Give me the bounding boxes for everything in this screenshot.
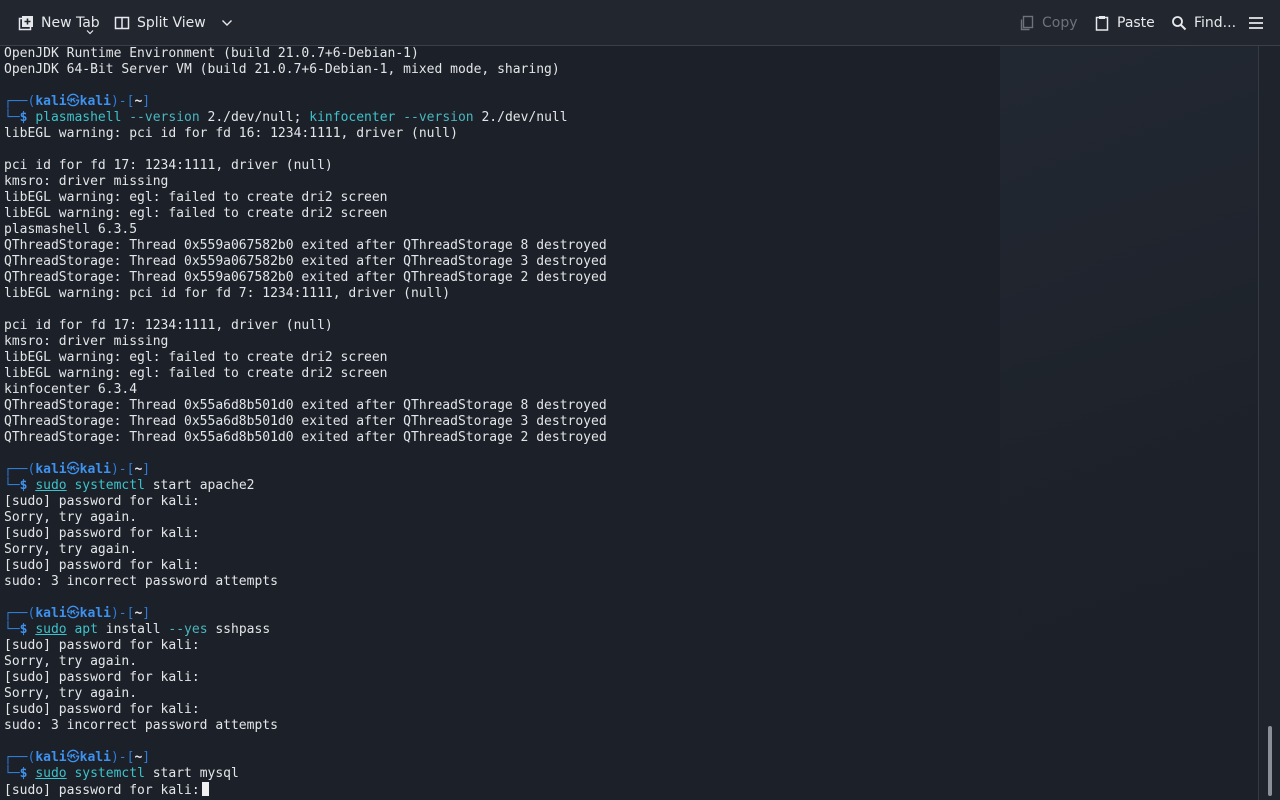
output-line: QThreadStorage: Thread 0x55a6d8b501d0 ex… [4, 430, 607, 445]
output-line: [sudo] password for kali: [4, 670, 200, 685]
output-line: plasmashell 6.3.5 [4, 222, 138, 237]
hamburger-menu-icon [1248, 15, 1264, 31]
command-line: └─$ plasmashell --version 2./dev/null; k… [4, 110, 568, 125]
output-line: libEGL warning: egl: failed to create dr… [4, 190, 388, 205]
output-line: sudo: 3 incorrect password attempts [4, 718, 278, 733]
scrollbar-thumb[interactable] [1268, 726, 1272, 796]
find-button[interactable]: Find... [1165, 7, 1242, 39]
background-wallpaper [1000, 46, 1258, 800]
new-tab-icon [18, 15, 34, 31]
copy-label: Copy [1042, 15, 1078, 31]
output-line: [sudo] password for kali: [4, 702, 200, 717]
output-line: Sorry, try again. [4, 510, 138, 525]
output-line: kmsro: driver missing [4, 174, 169, 189]
copy-button[interactable]: Copy [1013, 7, 1084, 39]
paste-button[interactable]: Paste [1088, 7, 1161, 39]
output-line: QThreadStorage: Thread 0x559a067582b0 ex… [4, 270, 607, 285]
output-line: OpenJDK 64-Bit Server VM (build 21.0.7+6… [4, 62, 560, 77]
text-cursor [201, 782, 209, 796]
paste-icon [1094, 15, 1110, 31]
output-line: QThreadStorage: Thread 0x55a6d8b501d0 ex… [4, 398, 607, 413]
output-line: [sudo] password for kali: [4, 638, 200, 653]
paste-label: Paste [1117, 15, 1155, 31]
prompt-header: ┌──(kali㉿kali)-[~] [4, 94, 151, 109]
output-line: libEGL warning: egl: failed to create dr… [4, 206, 388, 221]
new-tab-dropdown-icon[interactable] [86, 20, 94, 39]
split-view-button[interactable]: Split View [108, 7, 239, 39]
split-view-icon [114, 15, 130, 31]
chevron-down-icon [221, 19, 233, 27]
output-line: QThreadStorage: Thread 0x559a067582b0 ex… [4, 238, 607, 253]
menu-button[interactable] [1242, 7, 1270, 39]
prompt-header: ┌──(kali㉿kali)-[~] [4, 750, 151, 765]
copy-icon [1019, 15, 1035, 31]
output-line: libEGL warning: egl: failed to create dr… [4, 350, 388, 365]
output-line: pci id for fd 17: 1234:1111, driver (nul… [4, 318, 333, 333]
output-line: libEGL warning: pci id for fd 16: 1234:1… [4, 126, 458, 141]
output-line: pci id for fd 17: 1234:1111, driver (nul… [4, 158, 333, 173]
output-line: sudo: 3 incorrect password attempts [4, 574, 278, 589]
output-line: kinfocenter 6.3.4 [4, 382, 138, 397]
split-view-label: Split View [137, 15, 206, 31]
terminal-toolbar: New Tab Split View Copy Paste Find... [0, 0, 1280, 46]
terminal-output[interactable]: OpenJDK Runtime Environment (build 21.0.… [0, 46, 1258, 800]
output-line: QThreadStorage: Thread 0x55a6d8b501d0 ex… [4, 414, 607, 429]
output-line: [sudo] password for kali: [4, 494, 200, 509]
command-line: └─$ sudo systemctl start mysql [4, 766, 239, 781]
output-line: [sudo] password for kali: [4, 558, 200, 573]
command-line: └─$ sudo systemctl start apache2 [4, 478, 255, 493]
output-line: libEGL warning: egl: failed to create dr… [4, 366, 388, 381]
output-line: Sorry, try again. [4, 542, 138, 557]
password-prompt-line[interactable]: [sudo] password for kali: [4, 782, 209, 798]
output-line: libEGL warning: pci id for fd 7: 1234:11… [4, 286, 451, 301]
output-line: OpenJDK Runtime Environment (build 21.0.… [4, 46, 419, 61]
output-line: Sorry, try again. [4, 686, 138, 701]
find-label: Find... [1194, 15, 1237, 31]
command-line: └─$ sudo apt install --yes sshpass [4, 622, 271, 637]
prompt-header: ┌──(kali㉿kali)-[~] [4, 462, 151, 477]
output-line: Sorry, try again. [4, 654, 138, 669]
output-line: [sudo] password for kali: [4, 526, 200, 541]
prompt-header: ┌──(kali㉿kali)-[~] [4, 606, 151, 621]
output-line: QThreadStorage: Thread 0x559a067582b0 ex… [4, 254, 607, 269]
vertical-scrollbar[interactable] [1258, 46, 1280, 800]
output-line: kmsro: driver missing [4, 334, 169, 349]
search-icon [1171, 15, 1187, 31]
